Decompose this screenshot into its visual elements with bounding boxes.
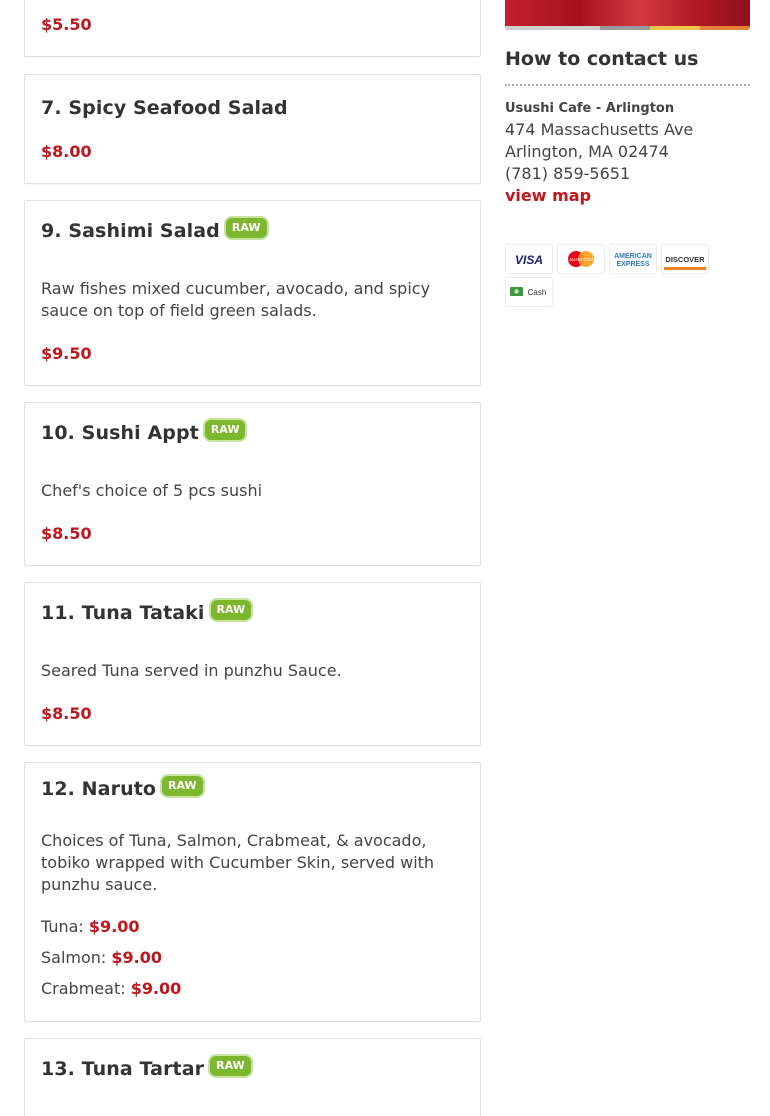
item-header: 11. Tuna Tataki RAW bbox=[41, 598, 254, 625]
item-description: Choices of Tuna, Salmon, Crabmeat, & avo… bbox=[41, 831, 435, 894]
mastercard-icon: MasterCard bbox=[557, 244, 605, 274]
divider bbox=[505, 84, 750, 86]
item-price: $9.50 bbox=[41, 344, 92, 363]
option-price: $9.00 bbox=[111, 948, 163, 967]
item-option[interactable]: Salmon: $9.00 bbox=[41, 948, 162, 967]
amex-text-2: EXPRESS bbox=[616, 261, 649, 268]
item-header: 9. Sashimi Salad RAW bbox=[41, 216, 269, 243]
raw-badge: RAW bbox=[223, 216, 269, 240]
item-option[interactable]: Crabmeat: $9.00 bbox=[41, 979, 181, 998]
address-line-1: 474 Massachusetts Ave bbox=[505, 120, 694, 139]
item-title: 9. Sashimi Salad bbox=[41, 220, 220, 242]
option-label: Salmon: bbox=[41, 948, 107, 967]
menu-item-card[interactable]: 10. Sushi Appt RAW Chef's choice of 5 pcs… bbox=[24, 402, 481, 566]
cash-icon: Cash bbox=[505, 277, 553, 307]
menu-item-card[interactable]: 11. Tuna Tataki RAW Seared Tuna served in… bbox=[24, 582, 481, 746]
view-map-link[interactable]: view map bbox=[505, 186, 591, 205]
menu-item-card[interactable]: 12. Naruto RAW Choices of Tuna, Salmon, C… bbox=[24, 762, 481, 1022]
item-description: Seared Tuna served in punzhu Sauce. bbox=[41, 661, 342, 680]
raw-badge: RAW bbox=[202, 418, 248, 442]
menu-item-card[interactable]: 7. Spicy Seafood Salad $8.00 bbox=[24, 74, 481, 184]
item-title: 12. Naruto bbox=[41, 778, 157, 800]
item-description: Chef's choice of 5 pcs sushi bbox=[41, 481, 263, 500]
mastercard-text: MasterCard bbox=[569, 257, 593, 262]
raw-badge: RAW bbox=[208, 598, 254, 622]
menu-item-card[interactable]: $5.50 bbox=[24, 0, 481, 57]
item-price: $5.50 bbox=[41, 15, 92, 34]
address-line-2: Arlington, MA 02474 bbox=[505, 142, 669, 161]
item-price: $8.50 bbox=[41, 524, 92, 543]
item-header: 13. Tuna Tartar RAW bbox=[41, 1054, 253, 1081]
item-header: 10. Sushi Appt RAW bbox=[41, 418, 248, 445]
visa-icon: VISA bbox=[505, 244, 553, 274]
item-title: 7. Spicy Seafood Salad bbox=[41, 97, 288, 119]
contact-heading: How to contact us bbox=[505, 48, 699, 70]
visa-text: VISA bbox=[515, 253, 543, 267]
item-option[interactable]: Tuna: $9.00 bbox=[41, 917, 140, 936]
item-header: 12. Naruto RAW bbox=[41, 774, 205, 801]
option-label: Crabmeat: bbox=[41, 979, 126, 998]
item-price: $8.00 bbox=[41, 142, 92, 161]
item-title: 10. Sushi Appt bbox=[41, 422, 199, 444]
discover-icon: DISCOVER bbox=[661, 244, 709, 274]
item-price: $8.50 bbox=[41, 704, 92, 723]
menu-item-card[interactable]: 9. Sashimi Salad RAW Raw fishes mixed cuc… bbox=[24, 200, 481, 386]
amex-text-1: AMERICAN bbox=[614, 253, 652, 260]
option-label: Tuna: bbox=[41, 917, 84, 936]
option-price: $9.00 bbox=[130, 979, 182, 998]
item-description: Raw fishes mixed cucumber, avocado, and … bbox=[41, 279, 431, 320]
location-name: Usushi Cafe - Arlington bbox=[505, 101, 675, 116]
restaurant-photo[interactable] bbox=[505, 0, 750, 30]
item-title: 13. Tuna Tartar bbox=[41, 1058, 205, 1080]
raw-badge: RAW bbox=[208, 1054, 253, 1078]
item-title: 11. Tuna Tataki bbox=[41, 602, 205, 624]
raw-badge: RAW bbox=[160, 774, 205, 798]
option-price: $9.00 bbox=[88, 917, 140, 936]
menu-item-card[interactable]: 13. Tuna Tartar RAW bbox=[24, 1038, 481, 1116]
phone-number[interactable]: (781) 859-5651 bbox=[505, 164, 630, 183]
discover-text: DISCOVER bbox=[665, 255, 705, 264]
cash-text: Cash bbox=[528, 288, 547, 297]
amex-icon: AMERICAN EXPRESS bbox=[609, 244, 657, 274]
